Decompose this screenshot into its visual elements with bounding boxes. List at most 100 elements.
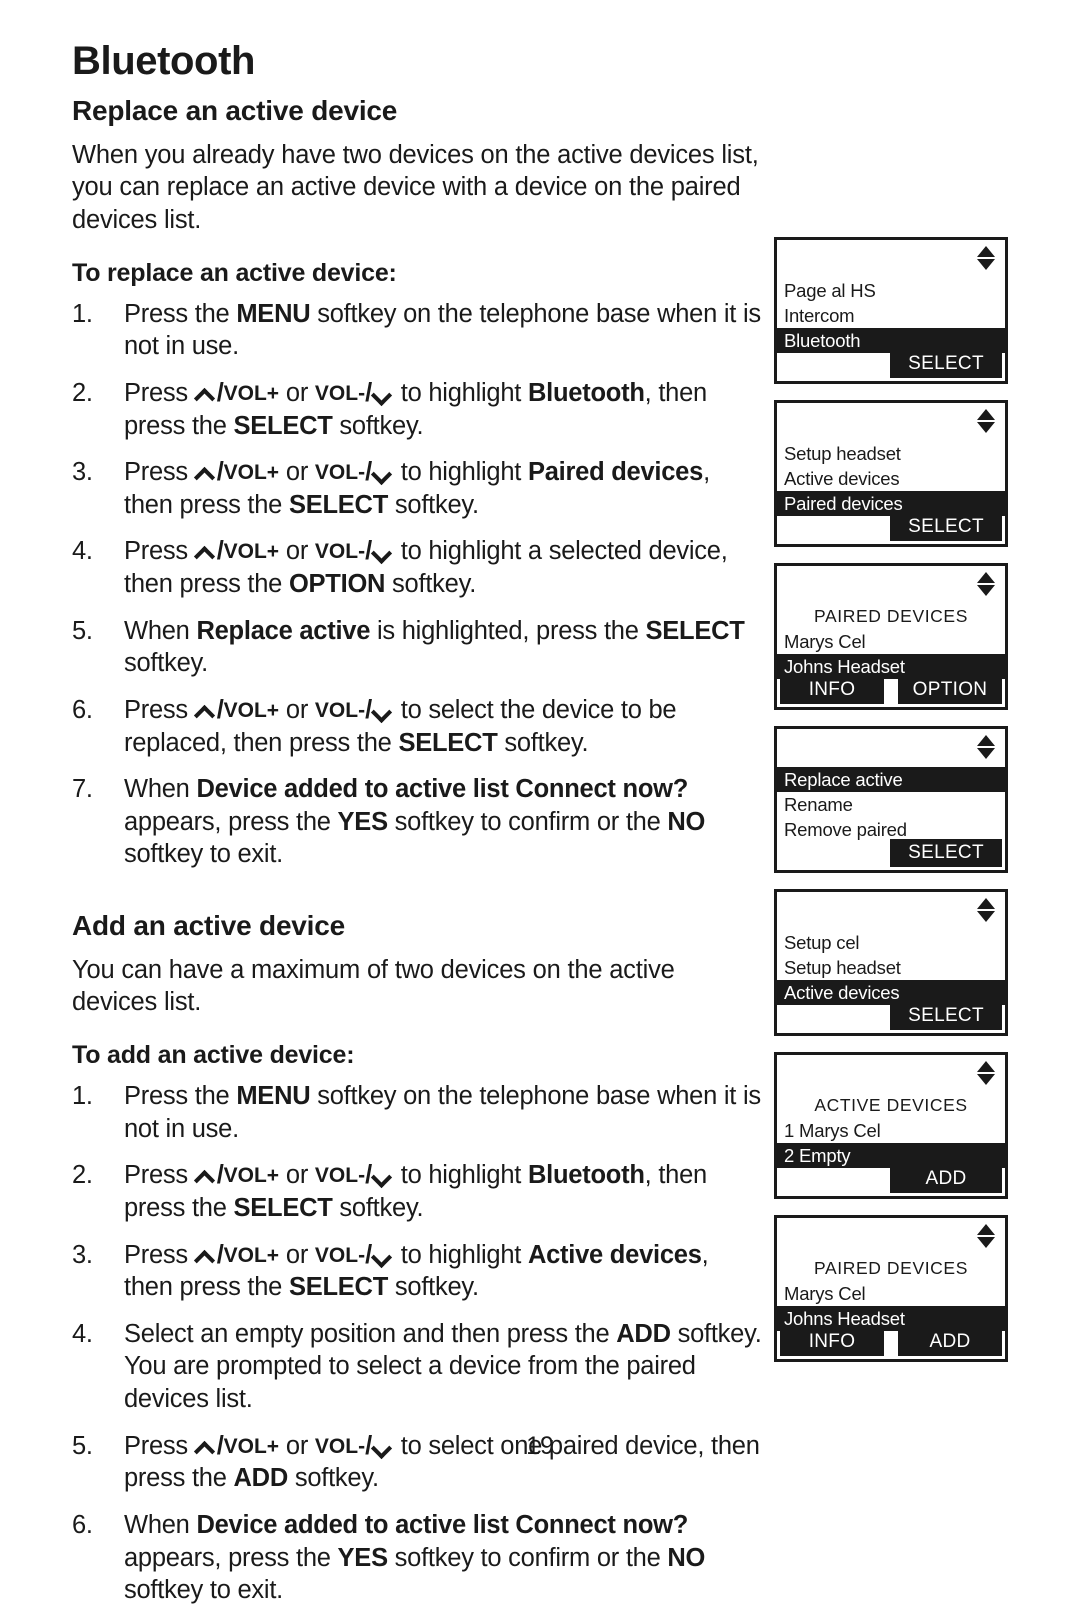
scroll-up-arrow-icon — [977, 1061, 995, 1072]
step-number: 2. — [72, 1161, 93, 1190]
vol-up-label: VOL+ — [223, 540, 280, 564]
vol-down-label: VOL- — [314, 540, 366, 564]
section-intro-add: You can have a maximum of two devices on… — [72, 955, 675, 1017]
lcd-menu-item[interactable]: Setup cel — [777, 930, 1005, 955]
page-number: 19 — [526, 1432, 554, 1460]
lcd-menu-item[interactable]: Intercom — [777, 303, 1005, 328]
softkey-select[interactable]: SELECT — [890, 513, 1002, 541]
emphasis-text: Paired devices — [527, 458, 704, 487]
emphasis-text: SELECT — [288, 1273, 389, 1302]
emphasis-text: ADD — [616, 1319, 671, 1348]
emphasis-text: NO — [667, 807, 706, 836]
step-text: to highlight — [393, 1240, 528, 1269]
step-item: 3. Press /VOL+ or VOL-/ to highlight Pair… — [72, 456, 762, 521]
step-item: 5. When Replace active is highlighted, pr… — [72, 615, 762, 680]
chevron-down-icon — [372, 705, 394, 719]
softkey-info[interactable]: INFO — [780, 1328, 884, 1356]
scroll-indicator — [977, 246, 995, 276]
lcd-softkey-bar: SELECT — [780, 513, 1002, 541]
softkey-select[interactable]: SELECT — [890, 839, 1002, 867]
emphasis-text: ADD — [233, 1464, 288, 1493]
lcd-menu-item[interactable]: 1 Marys Cel — [777, 1118, 1005, 1143]
step-text: is highlighted, press the — [370, 616, 646, 645]
vol-up-key-icon: /VOL+ — [195, 537, 279, 565]
emphasis-text: Device added to active list Connect now? — [196, 1510, 689, 1539]
softkey-add[interactable]: ADD — [898, 1328, 1002, 1356]
step-number: 6. — [72, 1510, 93, 1539]
scroll-indicator — [977, 735, 995, 765]
softkey-add[interactable]: ADD — [890, 1165, 1002, 1193]
step-text: to highlight — [393, 378, 528, 407]
emphasis-text: OPTION — [288, 570, 386, 599]
step-item: 6. When Device added to active list Conne… — [72, 1509, 762, 1607]
vol-up-label: VOL+ — [223, 461, 280, 485]
lcd-softkey-bar: SELECT — [780, 1002, 1002, 1030]
vol-down-key-icon: VOL-/ — [315, 1161, 394, 1189]
lcd-menu-item[interactable]: Marys Cel — [777, 629, 1005, 654]
step-text: Press — [124, 695, 195, 724]
emphasis-text: Device added to active list Connect now? — [196, 775, 689, 804]
step-text: Press — [124, 1240, 195, 1269]
step-text: Select an empty position and then press … — [124, 1319, 617, 1348]
lcd-menu-item[interactable]: Setup headset — [777, 441, 1005, 466]
section-heading-replace: Replace an active device — [72, 95, 398, 126]
step-item: 3. Press /VOL+ or VOL-/ to highlight Acti… — [72, 1239, 762, 1304]
lcd-screen-paired-devices-add: PAIRED DEVICES Marys Cel Johns Headset INFO… — [774, 1215, 1008, 1362]
page-title: Bluetooth — [72, 39, 256, 83]
scroll-up-arrow-icon — [977, 246, 995, 257]
lcd-menu-item[interactable]: Setup headset — [777, 955, 1005, 980]
lcd-screen-title: PAIRED DEVICES — [814, 1258, 968, 1278]
emphasis-text: SELECT — [233, 411, 333, 440]
lcd-softkey-bar: ADD — [780, 1165, 1002, 1193]
lcd-menu-rows: ACTIVE DEVICES 1 Marys Cel 2 Empty — [777, 1093, 1005, 1168]
softkey-option[interactable]: OPTION — [898, 676, 1002, 704]
lcd-menu-item[interactable]: Active devices — [777, 466, 1005, 491]
lcd-screen-title: PAIRED DEVICES — [814, 606, 968, 626]
lcd-menu-item-selected[interactable]: Replace active — [777, 767, 1005, 792]
vol-up-key-icon: /VOL+ — [195, 458, 279, 486]
step-number: 3. — [72, 1240, 93, 1269]
steps-list-add: 1. Press the MENU softkey on the telephon… — [72, 1080, 762, 1607]
scroll-up-arrow-icon — [977, 409, 995, 420]
step-text: or — [279, 458, 315, 487]
scroll-indicator — [977, 409, 995, 439]
scroll-down-arrow-icon — [977, 748, 995, 759]
softkey-info[interactable]: INFO — [780, 676, 884, 704]
step-item: 2. Press /VOL+ or VOL-/ to highlight Blue… — [72, 1159, 762, 1224]
lcd-screen-option-replace-active: Replace active Rename Remove paired SELECT — [774, 726, 1008, 873]
vol-down-key-icon: VOL-/ — [315, 537, 394, 565]
lcd-softkey-bar: SELECT — [780, 839, 1002, 867]
chevron-up-icon — [195, 705, 217, 719]
softkey-select[interactable]: SELECT — [890, 1002, 1002, 1030]
lcd-screen-title: ACTIVE DEVICES — [814, 1095, 968, 1115]
step-text: softkey to exit. — [124, 840, 283, 869]
chevron-down-icon — [372, 1170, 394, 1184]
scroll-down-arrow-icon — [977, 1237, 995, 1248]
step-number: 1. — [72, 299, 93, 328]
step-number: 1. — [72, 1082, 93, 1111]
lcd-menu-rows: Replace active Rename Remove paired — [777, 767, 1005, 842]
step-text: Press — [124, 378, 195, 407]
emphasis-text: MENU — [236, 299, 311, 328]
step-number: 7. — [72, 775, 93, 804]
step-number: 6. — [72, 695, 93, 724]
step-text: softkey. — [385, 570, 477, 599]
vol-down-label: VOL- — [314, 698, 366, 722]
scroll-indicator — [977, 1061, 995, 1091]
softkey-select[interactable]: SELECT — [890, 350, 1002, 378]
lcd-screen-bluetooth-paired-devices: Setup headset Active devices Paired device… — [774, 400, 1008, 547]
lcd-menu-item[interactable]: Rename — [777, 792, 1005, 817]
vol-up-label: VOL+ — [223, 1243, 280, 1267]
steps-list-replace: 1. Press the MENU softkey on the telephon… — [72, 298, 762, 871]
scroll-down-arrow-icon — [977, 911, 995, 922]
step-text: Press — [124, 537, 195, 566]
step-text: or — [279, 1240, 315, 1269]
vol-down-key-icon: VOL-/ — [315, 696, 394, 724]
lcd-menu-item[interactable]: Marys Cel — [777, 1281, 1005, 1306]
vol-up-label: VOL+ — [223, 381, 280, 405]
step-number: 4. — [72, 1319, 93, 1348]
lcd-menu-item[interactable]: Page al HS — [777, 278, 1005, 303]
vol-down-key-icon: VOL-/ — [315, 1241, 394, 1269]
chevron-down-icon — [372, 388, 394, 402]
vol-up-key-icon: /VOL+ — [195, 1241, 279, 1269]
